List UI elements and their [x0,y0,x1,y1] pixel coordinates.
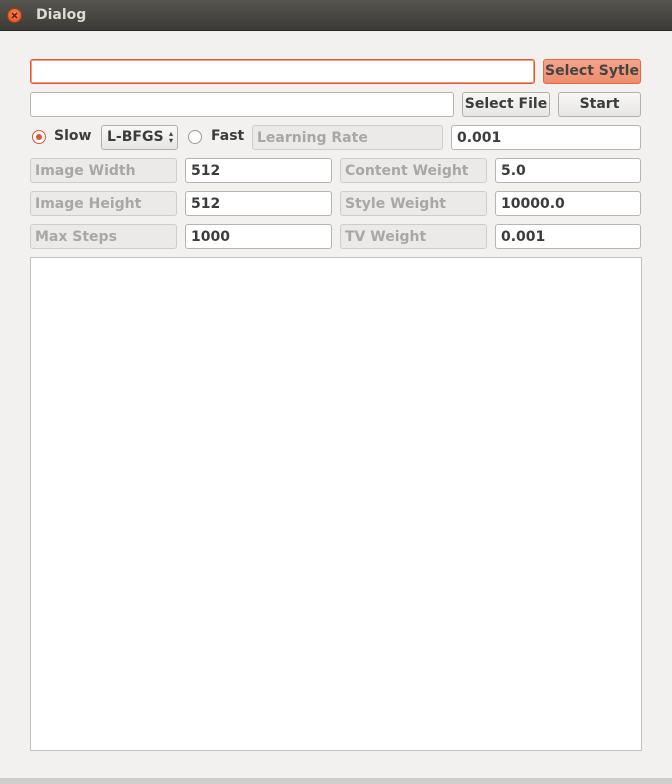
image-height-input[interactable]: 512 [185,191,332,216]
spin-arrows-icon: ▴ ▾ [168,129,173,145]
learning-rate-input[interactable]: 0.001 [451,125,641,150]
content-weight-input[interactable]: 5.0 [495,158,641,183]
content-weight-label: Content Weight [340,158,487,183]
style-weight-label: Style Weight [340,191,487,216]
style-path-input[interactable] [30,59,535,84]
image-height-label: Image Height [30,191,177,216]
title-bar: Dialog [0,0,672,31]
image-width-label: Image Width [30,158,177,183]
optimizer-value: L-BFGS [107,129,164,145]
max-steps-label: Max Steps [30,224,177,249]
fast-radio[interactable] [188,130,202,144]
optimizer-select[interactable]: L-BFGS ▴ ▾ [101,125,178,150]
select-style-button[interactable]: Select Sytle [543,59,641,84]
file-path-input[interactable] [30,92,454,117]
learning-rate-label: Learning Rate [252,125,443,150]
max-steps-input[interactable]: 1000 [185,224,332,249]
output-preview-area [30,257,642,751]
bottom-edge [0,778,672,784]
window-title: Dialog [36,7,87,23]
tv-weight-label: TV Weight [340,224,487,249]
start-button[interactable]: Start [558,92,641,117]
close-icon[interactable] [7,8,22,23]
tv-weight-input[interactable]: 0.001 [495,224,641,249]
style-weight-input[interactable]: 10000.0 [495,191,641,216]
fast-label: Fast [211,128,245,144]
slow-label: Slow [54,128,92,144]
slow-radio[interactable] [32,130,46,144]
image-width-input[interactable]: 512 [185,158,332,183]
dialog-window: Dialog Select Sytle Select File Start Sl… [0,0,672,784]
select-file-button[interactable]: Select File [462,92,550,117]
